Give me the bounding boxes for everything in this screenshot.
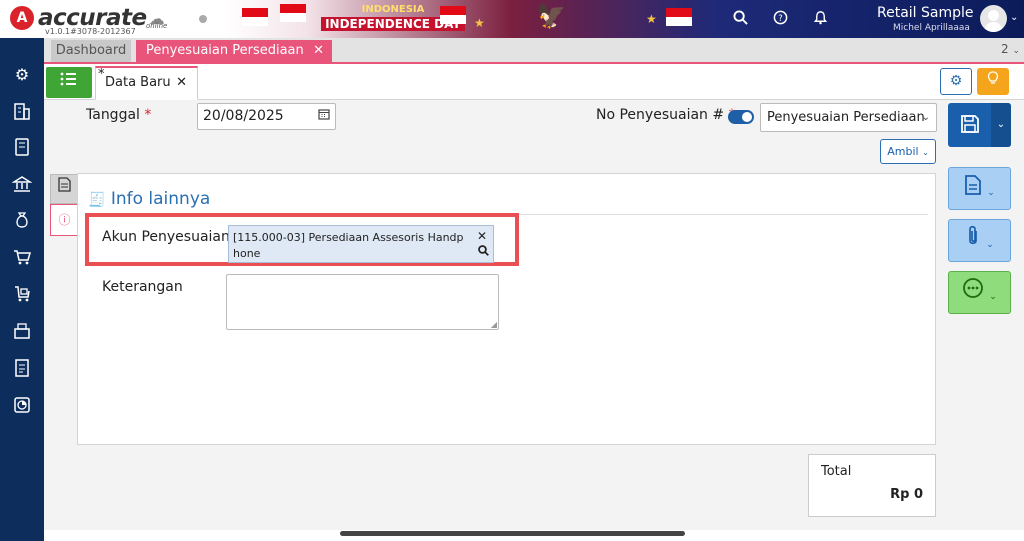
sidebar-bank-icon[interactable] [10, 174, 34, 196]
document-icon [965, 175, 982, 195]
chevron-down-icon: ⌄ [1012, 46, 1020, 56]
garuda-emblem-icon: 🦅 [536, 2, 566, 30]
save-options-dropdown[interactable]: ⌄ [991, 103, 1011, 147]
info-tab-icon[interactable]: ⓘ [50, 204, 78, 236]
sidebar-money-bag-icon[interactable] [10, 210, 34, 232]
tab-count: 2 [1000, 42, 1009, 56]
more-options-button[interactable]: ⌄ [948, 271, 1011, 314]
sidebar-report-icon[interactable] [10, 395, 34, 417]
company-name[interactable]: Retail Sample [877, 5, 974, 21]
save-button[interactable]: ⌄ [948, 103, 1011, 147]
chevron-down-icon: ⌄ [921, 112, 930, 123]
no-penyesuaian-label: No Penyesuaian # * [596, 107, 736, 123]
clear-icon[interactable]: ✕ [477, 228, 487, 244]
keterangan-textarea[interactable]: ◢ [226, 274, 499, 330]
tab-label: Penyesuaian Persediaan [146, 43, 304, 58]
akun-penyesuaian-field[interactable]: [115.000-03] Persediaan Assesoris Handph… [228, 225, 494, 263]
calendar-icon[interactable] [318, 104, 330, 129]
independence-day-banner: INDONESIA INDEPENDENCE DAY ★ 🦅 ★ [236, 0, 706, 38]
svg-text:?: ? [778, 13, 782, 23]
sidebar-inventory-icon[interactable] [10, 321, 34, 343]
status-dot [199, 15, 207, 23]
more-icon [963, 278, 984, 298]
subtab-data-baru[interactable]: * Data Baru ✕ [95, 66, 198, 100]
receipt-icon: 🧾 [88, 192, 106, 208]
close-subtab-icon[interactable]: ✕ [176, 68, 187, 98]
avatar[interactable] [980, 5, 1007, 32]
star-icon: ★ [646, 12, 657, 26]
sidebar-company-icon[interactable] [10, 101, 34, 123]
close-tab-icon[interactable]: ✕ [313, 40, 324, 62]
akun-value: [115.000-03] Persediaan Assesoris Handph… [233, 231, 464, 260]
tanggal-label: Tanggal * [86, 107, 152, 123]
tab-dashboard[interactable]: Dashboard [51, 40, 131, 62]
lightbulb-icon [987, 71, 999, 84]
tanggal-value: 20/08/2025 [203, 108, 284, 124]
chevron-down-icon: ⌄ [987, 188, 995, 198]
tab-count-dropdown[interactable]: 2 ⌄ [1001, 42, 1020, 56]
tab-penyesuaian-persediaan[interactable]: Penyesuaian Persediaan ✕ [136, 40, 332, 64]
info-lainnya-panel: 🧾 Info lainnya Akun Penyesuaian [115.000… [77, 173, 936, 445]
modified-marker: * [98, 67, 105, 82]
gear-icon: ⚙ [949, 73, 963, 89]
paperclip-icon [969, 225, 978, 245]
list-view-button[interactable] [46, 67, 92, 98]
keterangan-label: Keterangan [102, 279, 183, 295]
total-value: Rp 0 [890, 487, 923, 502]
logo-online-text: online [146, 22, 168, 30]
flag-icon [242, 8, 268, 26]
chevron-down-icon: ⌄ [986, 240, 994, 250]
sidebar-settings-icon[interactable]: ⚙ [10, 64, 34, 86]
document-options-button[interactable]: ⌄ [948, 167, 1011, 210]
floppy-disk-icon [960, 114, 980, 139]
flag-icon [440, 6, 466, 24]
no-select-value: Penyesuaian Persediaan [767, 110, 925, 125]
subtab-bar: * Data Baru ✕ ⚙ [44, 64, 1024, 100]
tab-bar: Dashboard Penyesuaian Persediaan ✕ 2 ⌄ [44, 38, 1024, 64]
resize-grip-icon[interactable]: ◢ [491, 320, 497, 329]
chevron-down-icon[interactable]: ⌄ [1010, 12, 1018, 23]
sidebar-ledger-icon[interactable] [10, 137, 34, 159]
sidebar-sales-cart-icon[interactable] [10, 247, 34, 269]
sidebar: ⚙ [0, 38, 44, 541]
no-penyesuaian-select[interactable]: Penyesuaian Persediaan ⌄ [760, 103, 937, 132]
ambil-button[interactable]: Ambil ⌄ [880, 139, 936, 164]
search-icon[interactable] [733, 10, 748, 29]
help-icon[interactable]: ? [773, 10, 788, 29]
toggle-knob [742, 112, 752, 122]
top-header: A accurate ☁ online v1.0.1#3078-2012367 … [0, 0, 1024, 38]
version-label: v1.0.1#3078-2012367 [45, 27, 136, 36]
tips-button[interactable] [977, 68, 1009, 95]
chevron-down-icon: ⌄ [922, 148, 929, 157]
panel-title: 🧾 Info lainnya [88, 189, 211, 209]
form-area: Tanggal * 20/08/2025 No Penyesuaian # * … [44, 100, 1024, 530]
home-indicator[interactable] [340, 531, 685, 536]
auto-number-toggle[interactable] [728, 110, 754, 124]
attachment-button[interactable]: ⌄ [948, 219, 1011, 262]
logo-mark: A [10, 6, 34, 30]
akun-penyesuaian-label: Akun Penyesuaian [102, 229, 230, 245]
subtab-label: Data Baru [105, 75, 171, 90]
flag-icon [666, 8, 692, 26]
tanggal-date-input[interactable]: 20/08/2025 [197, 103, 336, 130]
sidebar-tax-icon[interactable] [10, 358, 34, 380]
user-name[interactable]: Michel Aprillaaaa [893, 23, 970, 33]
document-tab-icon[interactable] [50, 174, 78, 204]
list-icon [60, 72, 76, 86]
total-label: Total [821, 464, 852, 479]
sidebar-purchase-cart-icon[interactable] [10, 284, 34, 306]
total-summary: Total Rp 0 [808, 454, 936, 517]
form-settings-button[interactable]: ⚙ [940, 68, 972, 95]
bell-icon[interactable] [813, 10, 828, 29]
search-icon[interactable] [478, 245, 489, 261]
chevron-down-icon: ⌄ [989, 292, 997, 302]
star-icon: ★ [474, 16, 485, 30]
flag-icon [280, 4, 306, 22]
